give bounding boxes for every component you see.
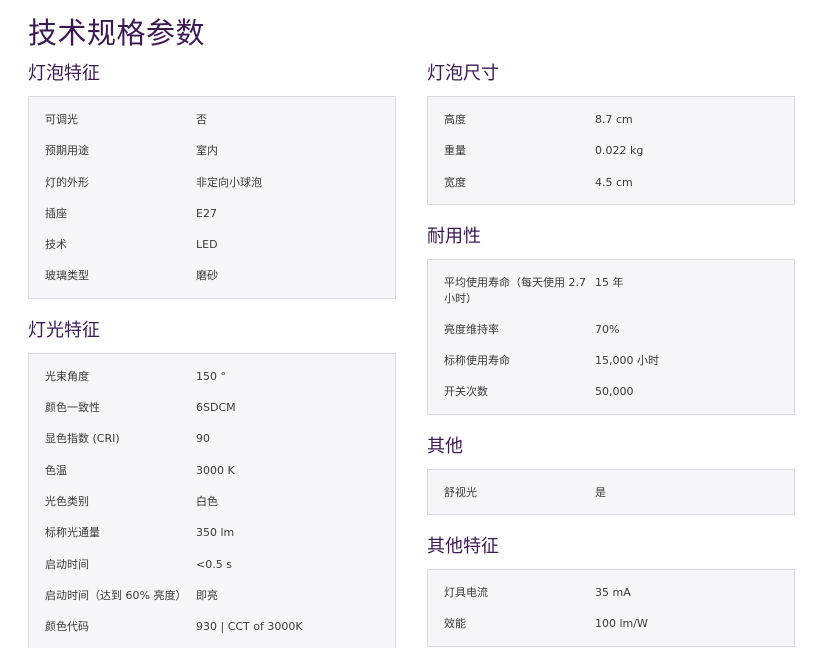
section-title: 灯泡特征 (28, 63, 100, 84)
spec-value: 是 (595, 485, 606, 499)
spec-label: 重量 (444, 144, 466, 158)
spec-row: 预期用途 室内 (29, 134, 395, 165)
spec-label: 颜色代码 (45, 620, 89, 634)
left-column: 灯泡特征 可调光 否 预期用途 室内 灯的外形 非定向小球泡 插座 E27 技术 LED … (28, 62, 396, 648)
spec-label: 舒视光 (444, 485, 477, 499)
spec-value: 0.022 kg (595, 144, 644, 158)
spec-table: 光束角度 150 ° 颜色一致性 6SDCM 显色指数 (CRI) 90 色温 3000… (28, 352, 396, 648)
spec-label: 色温 (45, 463, 67, 477)
spec-row: 启动时间（达到 60% 亮度） 即亮 (29, 579, 395, 610)
spec-label: 插座 (45, 206, 67, 220)
spec-label: 颜色一致性 (45, 401, 100, 415)
spec-row: 宽度 4.5 cm (428, 166, 794, 197)
section-other-features: 其他特征 灯具电流 35 mA 效能 100 lm/W (427, 535, 795, 647)
spec-row: 标称光通量 350 lm (29, 516, 395, 547)
spec-row: 舒视光 是 (428, 476, 794, 507)
spec-row: 显色指数 (CRI) 90 (29, 422, 395, 453)
spec-value: 室内 (196, 144, 218, 158)
spec-value: 否 (196, 113, 207, 126)
section-other: 其他 舒视光 是 (427, 435, 795, 516)
spec-label: 亮度维持率 (444, 322, 499, 336)
spec-value: 15,000 小时 (595, 354, 659, 368)
spec-label: 技术 (45, 238, 67, 252)
spec-label: 灯具电流 (444, 586, 488, 600)
section-durability: 耐用性 平均使用寿命（每天使用 2.7 小时） 15 年 亮度维持率 70% 标称使… (427, 225, 795, 415)
page-title: 技术规格参数 (28, 16, 206, 50)
spec-row: 高度 8.7 cm (428, 103, 794, 134)
spec-row: 启动时间 <0.5 s (29, 548, 395, 579)
spec-value: 15 年 (595, 275, 624, 289)
spec-label: 可调光 (45, 113, 78, 126)
spec-value: E27 (196, 206, 217, 220)
spec-row: 亮度维持率 70% (428, 313, 794, 344)
spec-value: 350 lm (196, 526, 235, 540)
spec-value: 8.7 cm (595, 113, 633, 126)
spec-row: 灯的外形 非定向小球泡 (29, 166, 395, 197)
spec-label: 光束角度 (45, 369, 89, 383)
spec-value: 90 (196, 432, 210, 446)
spec-label: 灯的外形 (45, 175, 89, 189)
spec-table: 平均使用寿命（每天使用 2.7 小时） 15 年 亮度维持率 70% 标称使用寿命 1… (427, 258, 795, 415)
section-title: 灯泡尺寸 (427, 63, 499, 84)
section-title: 其他 (427, 435, 463, 457)
spec-label: 启动时间（达到 60% 亮度） (45, 588, 187, 602)
spec-value: 非定向小球泡 (196, 175, 262, 189)
spec-value: 150 ° (196, 369, 226, 383)
spec-value: 35 mA (595, 586, 631, 600)
spec-row: 颜色一致性 6SDCM (29, 391, 395, 422)
spec-value: 6SDCM (196, 401, 236, 415)
spec-value: <0.5 s (196, 557, 232, 571)
spec-row: 颜色代码 930 | CCT of 3000K (29, 610, 395, 641)
spec-table: 舒视光 是 (427, 468, 795, 516)
spec-row: 插座 E27 (29, 197, 395, 228)
spec-row: 灯具电流 35 mA (428, 576, 794, 607)
spec-value: 930 | CCT of 3000K (196, 620, 303, 634)
section-light-features: 灯光特征 光束角度 150 ° 颜色一致性 6SDCM 显色指数 (CRI) 90 色… (28, 319, 396, 648)
spec-label: 标称光通量 (45, 526, 100, 540)
section-bulb-features: 灯泡特征 可调光 否 预期用途 室内 灯的外形 非定向小球泡 插座 E27 技术 LED … (28, 62, 396, 299)
spec-row: 效能 100 lm/W (428, 607, 794, 638)
right-column: 灯泡尺寸 高度 8.7 cm 重量 0.022 kg 宽度 4.5 cm 耐用性 平均… (427, 62, 795, 648)
spec-label: 高度 (444, 113, 466, 126)
spec-row: 标称使用寿命 15,000 小时 (428, 344, 794, 375)
spec-row: 可调光 否 (29, 103, 395, 134)
spec-row: 色温 3000 K (29, 454, 395, 485)
spec-row: 重量 0.022 kg (428, 134, 794, 165)
spec-label: 宽度 (444, 175, 466, 189)
spec-table: 高度 8.7 cm 重量 0.022 kg 宽度 4.5 cm (427, 96, 795, 205)
spec-label: 预期用途 (45, 144, 89, 158)
spec-value: 4.5 cm (595, 175, 633, 189)
spec-value: LED (196, 238, 218, 252)
spec-table: 灯具电流 35 mA 效能 100 lm/W (427, 569, 795, 647)
spec-label: 玻璃类型 (45, 269, 89, 283)
spec-row: 玻璃类型 磨砂 (29, 259, 395, 290)
spec-label: 开关次数 (444, 385, 488, 399)
spec-value: 50,000 (595, 385, 634, 399)
spec-label: 显色指数 (CRI) (45, 432, 120, 446)
spec-label: 平均使用寿命（每天使用 2.7 小时） (444, 275, 586, 305)
spec-row: 平均使用寿命（每天使用 2.7 小时） 15 年 (428, 266, 794, 313)
spec-row: 光束角度 150 ° (29, 360, 395, 391)
spec-label: 光色类别 (45, 494, 89, 508)
spec-value: 白色 (196, 494, 218, 508)
spec-label: 标称使用寿命 (444, 354, 510, 368)
spec-value: 磨砂 (196, 269, 218, 283)
spec-value: 100 lm/W (595, 617, 648, 631)
section-bulb-dimensions: 灯泡尺寸 高度 8.7 cm 重量 0.022 kg 宽度 4.5 cm (427, 62, 795, 205)
section-title: 其他特征 (427, 536, 499, 558)
spec-table: 可调光 否 预期用途 室内 灯的外形 非定向小球泡 插座 E27 技术 LED 玻璃类型 磨… (28, 96, 396, 299)
spec-label: 效能 (444, 617, 466, 631)
spec-row: 开关次数 50,000 (428, 375, 794, 406)
spec-value: 70% (595, 322, 620, 336)
spec-row: 技术 LED (29, 228, 395, 259)
spec-value: 3000 K (196, 463, 235, 477)
spec-row: 光色类别 白色 (29, 485, 395, 516)
spec-label: 启动时间 (45, 557, 89, 571)
section-title: 耐用性 (427, 225, 481, 247)
spec-value: 即亮 (196, 588, 218, 602)
section-title: 灯光特征 (28, 319, 100, 341)
